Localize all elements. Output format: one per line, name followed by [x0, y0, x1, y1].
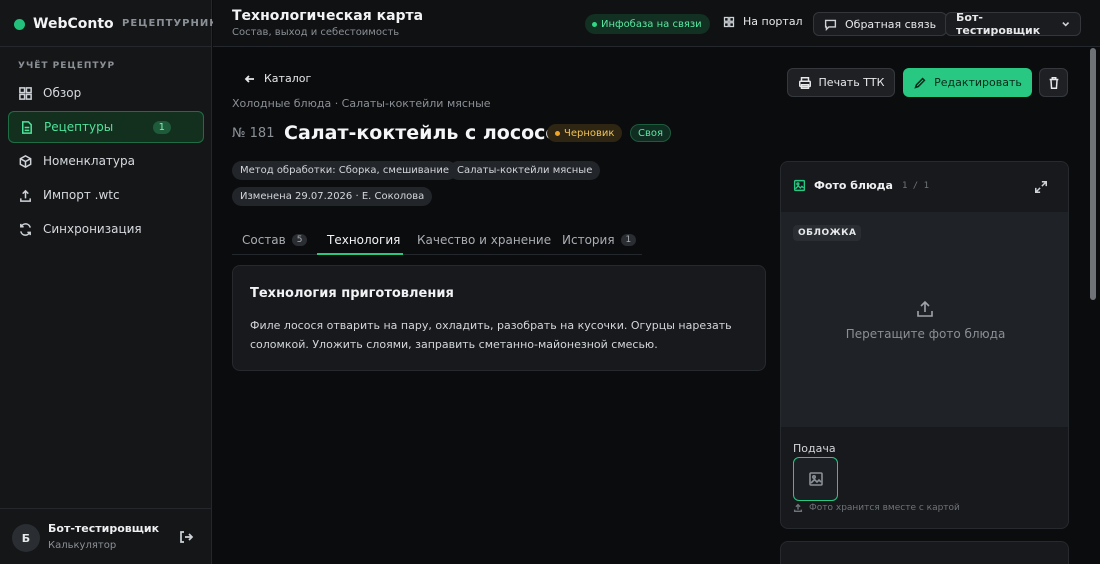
print-ttk-label: Печать ТТК [818, 76, 885, 89]
chevron-down-icon [1061, 22, 1069, 27]
user-role: Калькулятор [48, 540, 117, 551]
brand-dot-icon [14, 18, 25, 30]
image-icon [808, 472, 823, 486]
tab-technology[interactable]: Технология [327, 225, 400, 255]
arrow-left-icon [244, 74, 254, 83]
feedback-button[interactable]: Обратная связь [813, 12, 948, 36]
sidebar-nav: Обзор Рецептуры 1 Номенклатура Импорт .w… [8, 77, 204, 247]
chat-icon [824, 19, 837, 31]
sidebar-item-badge: 1 [152, 120, 171, 134]
sidebar-item-label: Синхронизация [43, 222, 142, 236]
feedback-button-label: Обратная связь [845, 17, 937, 31]
user-menu-label: Бот-тестировщик [956, 11, 1041, 37]
tab-count: 1 [620, 234, 637, 246]
technology-card: Технология приготовления Филе лосося отв… [232, 265, 766, 371]
active-tab-indicator [317, 253, 403, 255]
sidebar-item-label: Номенклатура [43, 154, 135, 168]
sidebar-item-label: Обзор [43, 86, 82, 100]
connection-status-badge: Инфобаза на связи [585, 14, 710, 34]
tab-label: Качество и хранение [417, 233, 552, 247]
tab-count: 5 [291, 234, 308, 246]
trash-icon [1049, 76, 1058, 89]
photo-panel-header: Фото блюда 1 / 1 [793, 179, 929, 192]
tab-label: История [562, 233, 615, 247]
sidebar-item-label: Рецептуры [44, 120, 114, 134]
draft-status-badge: Черновик [547, 124, 623, 142]
photo-storage-hint-text: Фото хранится вместе с картой [809, 503, 960, 513]
sidebar-divider [0, 46, 212, 47]
logout-icon[interactable] [178, 529, 194, 545]
breadcrumb: Холодные блюда · Салаты-коктейли мясные [232, 97, 491, 110]
sidebar-item-recipes[interactable]: Рецептуры 1 [8, 111, 204, 143]
brand-name: WebConto [33, 16, 114, 32]
pencil-icon [914, 77, 926, 89]
page-subtitle: Состав, выход и себестоимость [232, 27, 400, 38]
user-name: Бот-тестировщик [48, 522, 160, 535]
upload-icon [20, 189, 31, 202]
tab-history[interactable]: История 1 [562, 225, 637, 255]
drop-zone-text: Перетащите фото блюда [845, 327, 1006, 341]
recipe-number: № 181 [232, 126, 275, 141]
grid-icon [723, 16, 735, 27]
user-menu-button[interactable]: Бот-тестировщик [945, 11, 1081, 37]
cover-tag: ОБЛОЖКА [793, 225, 862, 241]
printer-icon [798, 76, 811, 89]
photo-count: 1 / 1 [901, 180, 930, 191]
recipe-title: Салат-коктейль с лососем [284, 122, 574, 144]
photo-panel-title: Фото блюда [814, 179, 893, 192]
technology-title: Технология приготовления [250, 286, 454, 301]
photo-panel: Фото блюда 1 / 1 ОБЛОЖКА Перетащите фото… [780, 161, 1069, 529]
grid-icon [19, 86, 32, 100]
photo-drop-zone[interactable]: ОБЛОЖКА Перетащите фото блюда [781, 212, 1068, 427]
user-panel: Б Бот-тестировщик Калькулятор [0, 508, 212, 564]
sidebar-item-overview[interactable]: Обзор [8, 77, 204, 109]
tab-label: Состав [242, 233, 286, 247]
cube-icon [19, 154, 32, 168]
recipe-tabs: Состав 5 Технология Качество и хранение … [232, 225, 642, 255]
photo-storage-hint: Фото хранится вместе с картой [793, 503, 960, 513]
portal-link-label: На портал [743, 15, 803, 28]
sidebar-item-nomenclature[interactable]: Номенклатура [8, 145, 204, 177]
scrollbar[interactable] [1089, 48, 1097, 564]
brand-subtitle: РЕЦЕПТУРНИК [122, 18, 219, 29]
tab-label: Технология [327, 233, 401, 247]
modified-chip: Изменена 29.07.2026 · Е. Соколова [232, 187, 433, 206]
back-link[interactable]: Каталог [244, 72, 311, 85]
print-ttk-button[interactable]: Печать ТТК [787, 68, 895, 97]
delete-button[interactable] [1039, 68, 1068, 97]
refresh-icon [20, 222, 31, 236]
edit-button[interactable]: Редактировать [903, 68, 1032, 97]
back-link-label: Каталог [264, 72, 312, 85]
serving-label: Подача [793, 442, 836, 455]
edit-button-label: Редактировать [934, 76, 1022, 89]
technology-text: Филе лосося отварить на пару, охладить, … [250, 319, 732, 351]
secondary-panel [780, 541, 1069, 564]
upload-icon [793, 503, 803, 513]
tab-composition[interactable]: Состав 5 [242, 225, 308, 255]
owner-badge: Своя [630, 124, 672, 142]
image-icon [793, 179, 806, 192]
sidebar-section-label: УЧЁТ РЕЦЕПТУР [18, 61, 116, 71]
document-icon [22, 120, 32, 134]
brand-logo[interactable]: WebConto [14, 14, 114, 34]
portal-link[interactable]: На портал [723, 15, 803, 28]
category-chip: Салаты-коктейли мясные [449, 161, 601, 180]
sidebar: WebConto РЕЦЕПТУРНИК УЧЁТ РЕЦЕПТУР Обзор… [0, 0, 217, 564]
method-chip: Метод обработки: Сборка, смешивание [232, 161, 457, 180]
sidebar-item-sync[interactable]: Синхронизация [8, 213, 204, 245]
upload-icon [917, 300, 933, 317]
scrollbar-thumb[interactable] [1090, 48, 1096, 300]
avatar: Б [12, 524, 40, 552]
serving-photo-slot[interactable] [793, 457, 838, 501]
topbar: Технологическая карта Состав, выход и се… [213, 0, 1100, 47]
sidebar-item-label: Импорт .wtc [43, 188, 120, 202]
sidebar-item-import[interactable]: Импорт .wtc [8, 179, 204, 211]
expand-icon[interactable] [1034, 180, 1048, 194]
page-title: Технологическая карта [232, 8, 424, 24]
tab-quality-storage[interactable]: Качество и хранение [417, 225, 551, 255]
